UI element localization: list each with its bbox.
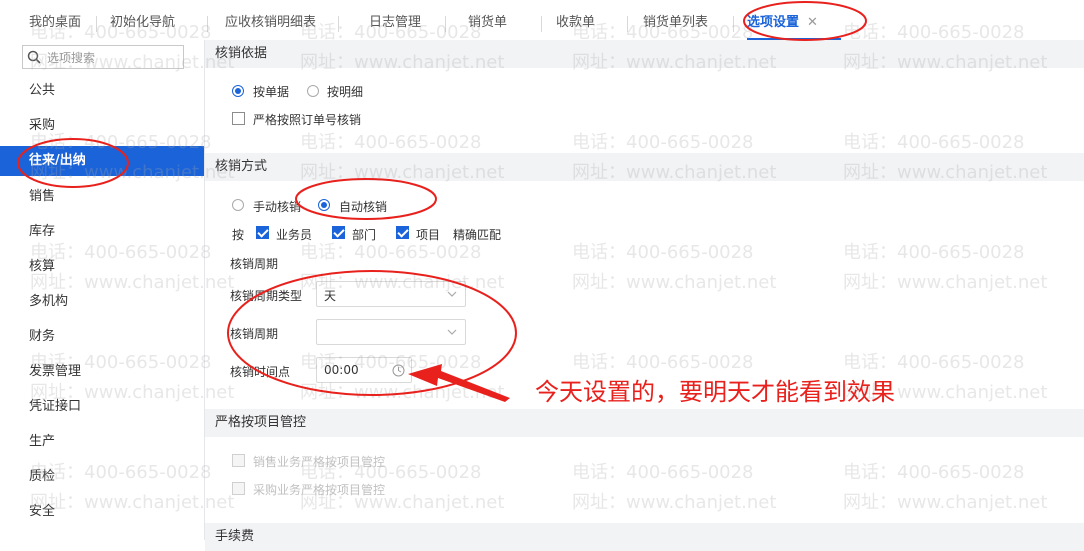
option-search-box (22, 45, 185, 69)
sidebar-item-production[interactable]: 生产 (0, 427, 204, 457)
period-type-select[interactable]: 天 (316, 281, 466, 307)
radio-by-detail[interactable] (307, 85, 319, 97)
checkbox-sales-project-control[interactable] (232, 454, 245, 467)
checkbox-department-label: 部门 (352, 228, 377, 242)
checkbox-strict-order[interactable] (232, 112, 245, 125)
sidebar-item-invoice[interactable]: 发票管理 (0, 357, 204, 387)
tab-my-desktop[interactable]: 我的桌面 (29, 0, 81, 40)
sidebar-item-purchase[interactable]: 采购 (0, 111, 204, 141)
section-writeoff-method: 核销方式 (205, 153, 1084, 181)
match-by-label: 按 (232, 228, 245, 242)
annotation-note: 今天设置的，要明天才能看到效果 (535, 378, 895, 406)
sidebar-item-voucher-interface[interactable]: 凭证接口 (0, 392, 204, 422)
exact-match-label: 精确匹配 (453, 228, 502, 242)
tab-divider (445, 16, 446, 32)
tab-option-settings-label: 选项设置 (747, 15, 800, 30)
tab-divider (96, 16, 97, 32)
tab-divider (338, 16, 339, 32)
checkbox-purchase-project-control-label: 采购业务严格按项目管控 (253, 483, 386, 497)
section-project-control: 严格按项目管控 (205, 409, 1084, 437)
checkbox-salesman[interactable] (256, 226, 269, 239)
time-point-value: 00:00 (324, 363, 359, 377)
checkbox-project[interactable] (396, 226, 409, 239)
time-point-input[interactable]: 00:00 (316, 357, 412, 383)
checkbox-salesman-label: 业务员 (276, 228, 313, 242)
section-fee: 手续费 (205, 523, 1084, 551)
tab-ar-writeoff-detail[interactable]: 应收核销明细表 (225, 0, 316, 40)
radio-by-detail-label: 按明细 (327, 85, 364, 99)
chevron-down-icon (447, 291, 457, 297)
sidebar-item-multi-org[interactable]: 多机构 (0, 287, 204, 317)
sidebar-item-sales[interactable]: 销售 (0, 182, 204, 212)
section-writeoff-basis: 核销依据 (205, 40, 1084, 68)
radio-auto-writeoff[interactable] (318, 199, 330, 211)
time-point-label: 核销时间点 (230, 365, 291, 379)
period-type-label: 核销周期类型 (230, 289, 303, 303)
sidebar-item-ar-ap-cashier[interactable]: 往来/出纳 (0, 146, 204, 176)
checkbox-department[interactable] (332, 226, 345, 239)
tab-init-guide[interactable]: 初始化导航 (110, 0, 175, 40)
sidebar-item-costing[interactable]: 核算 (0, 252, 204, 282)
close-icon[interactable]: ✕ (807, 15, 818, 30)
sidebar-item-public[interactable]: 公共 (0, 76, 204, 106)
checkbox-purchase-project-control[interactable] (232, 482, 245, 495)
sidebar-item-inventory[interactable]: 库存 (0, 217, 204, 247)
checkbox-sales-project-control-label: 销售业务严格按项目管控 (253, 455, 386, 469)
tab-divider (733, 16, 734, 32)
radio-by-document-label: 按单据 (253, 85, 290, 99)
tab-sales-order[interactable]: 销货单 (468, 0, 507, 40)
search-icon (27, 50, 41, 64)
period-select[interactable] (316, 319, 466, 345)
chevron-down-icon (447, 329, 457, 335)
tab-bar: 我的桌面 初始化导航 应收核销明细表 日志管理 销货单 收款单 销货单列表 选项… (0, 0, 1084, 41)
radio-by-document[interactable] (232, 85, 244, 97)
sidebar-item-quality[interactable]: 质检 (0, 462, 204, 492)
checkbox-strict-order-label: 严格按照订单号核销 (253, 113, 362, 127)
option-search-input[interactable] (45, 47, 185, 69)
options-content: 核销依据 按单据 按明细 严格按照订单号核销 核销方式 手动核销 自动核销 按 … (205, 40, 1084, 551)
sidebar-item-finance[interactable]: 财务 (0, 322, 204, 352)
period-label: 核销周期 (230, 327, 279, 341)
tab-option-settings[interactable]: 选项设置 ✕ (747, 0, 841, 40)
options-sidebar: 公共 采购 往来/出纳 销售 库存 核算 多机构 财务 发票管理 凭证接口 生产… (0, 40, 205, 540)
tab-divider (627, 16, 628, 32)
tab-divider (207, 16, 208, 32)
radio-auto-writeoff-label: 自动核销 (339, 200, 388, 214)
writeoff-period-heading: 核销周期 (230, 257, 279, 271)
tab-log-management[interactable]: 日志管理 (369, 0, 421, 40)
tab-receipt[interactable]: 收款单 (556, 0, 595, 40)
tab-divider (541, 16, 542, 32)
sidebar-item-security[interactable]: 安全 (0, 497, 204, 527)
tab-sales-order-list[interactable]: 销货单列表 (643, 0, 708, 40)
checkbox-project-label: 项目 (416, 228, 441, 242)
radio-manual-writeoff-label: 手动核销 (253, 200, 302, 214)
radio-manual-writeoff[interactable] (232, 199, 244, 211)
clock-icon[interactable] (392, 364, 405, 377)
period-type-value: 天 (324, 289, 337, 303)
